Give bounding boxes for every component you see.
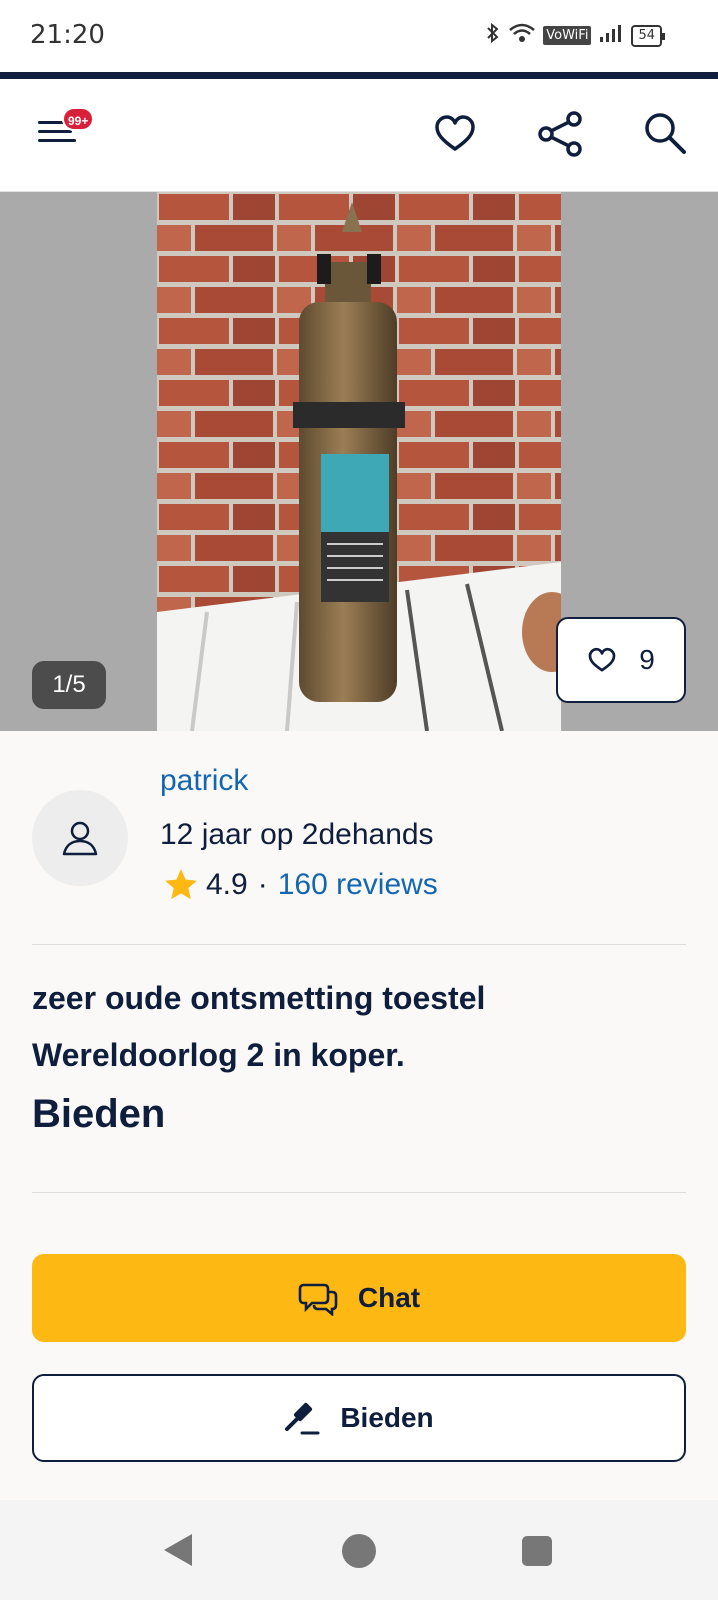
rating-value: 4.9 — [206, 868, 248, 901]
share-button[interactable] — [536, 109, 586, 159]
chat-button[interactable]: Chat — [32, 1254, 686, 1342]
heart-icon — [588, 647, 616, 672]
favorites-button[interactable]: 9 — [556, 617, 686, 703]
search-button[interactable] — [640, 109, 690, 159]
menu-bar-bottom — [38, 139, 76, 142]
status-icons: VoWiFi 54 — [485, 22, 665, 49]
app-header: 99+ — [0, 79, 718, 192]
reviews-link[interactable]: 160 reviews — [278, 868, 438, 902]
rating-separator: · — [257, 868, 268, 901]
header-accent-line — [0, 72, 718, 79]
wifi-icon — [509, 23, 536, 48]
system-nav-bar — [0, 1500, 718, 1600]
bid-button[interactable]: Bieden — [32, 1374, 686, 1462]
home-button[interactable] — [342, 1534, 376, 1568]
divider — [32, 944, 686, 945]
divider — [32, 1192, 686, 1193]
vowifi-indicator: VoWiFi — [543, 26, 592, 45]
heart-icon — [435, 115, 475, 151]
gavel-icon — [285, 1402, 320, 1435]
star-icon — [165, 869, 197, 900]
fire-extinguisher-photo — [157, 192, 561, 731]
favorites-count: 9 — [639, 644, 655, 675]
status-time: 21:20 — [30, 20, 105, 50]
notification-badge: 99+ — [62, 107, 95, 131]
signal-icon — [599, 23, 623, 48]
bluetooth-icon — [485, 22, 501, 49]
image-gallery[interactable]: 1/5 9 — [0, 192, 718, 731]
menu-button[interactable]: 99+ — [34, 107, 95, 149]
chat-button-label: Chat — [357, 1282, 421, 1313]
listing-photo[interactable] — [157, 192, 561, 731]
favorite-button[interactable] — [430, 109, 480, 159]
share-icon — [538, 111, 582, 157]
back-button[interactable] — [164, 1534, 192, 1566]
seller-avatar[interactable] — [32, 790, 128, 886]
battery-indicator: 54 — [631, 24, 665, 47]
seller-rating: 4.9 · 160 reviews — [162, 866, 438, 904]
listing-title: zeer oude ontsmetting toestel Wereldoorl… — [32, 980, 486, 1073]
menu-bar-middle — [38, 130, 72, 133]
listing-price: Bieden — [32, 1092, 166, 1136]
chat-icon — [298, 1283, 338, 1316]
search-icon — [645, 113, 686, 154]
user-icon — [62, 821, 98, 856]
recents-button[interactable] — [522, 1536, 552, 1566]
seller-membership: 12 jaar op 2dehands — [160, 818, 434, 851]
bid-button-label: Bieden — [340, 1402, 434, 1433]
seller-name-link[interactable]: patrick — [160, 764, 248, 798]
image-counter: 1/5 — [32, 661, 106, 709]
status-bar: 21:20 VoWiFi 54 — [0, 0, 718, 72]
